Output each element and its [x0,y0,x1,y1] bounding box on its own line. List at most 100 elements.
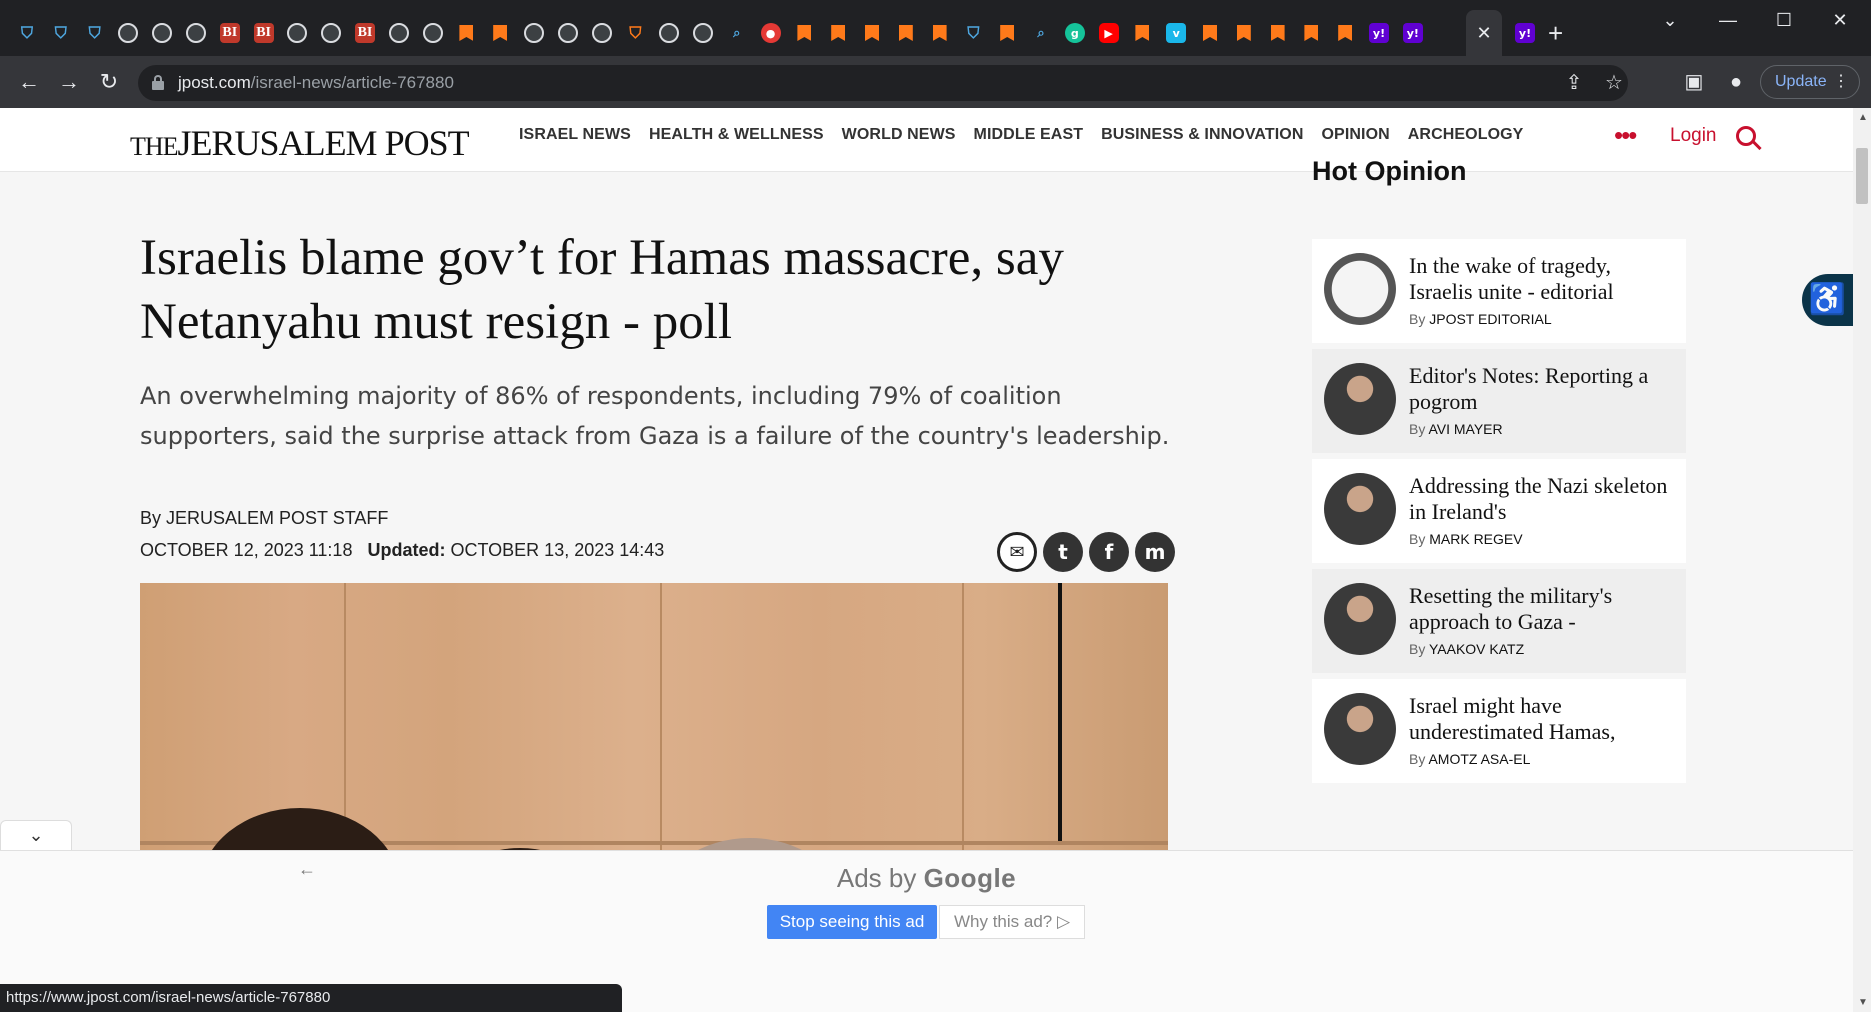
browser-tab[interactable] [418,16,448,50]
browser-tab[interactable]: g [1060,16,1090,50]
opinion-card[interactable]: Israel might have underestimated Hamas, B… [1312,679,1686,783]
browser-tab[interactable] [789,16,819,50]
author-link[interactable]: JERUSALEM POST STAFF [166,508,388,528]
stop-seeing-ad-button[interactable]: Stop seeing this ad [767,905,937,939]
collapse-ad-button[interactable]: ⌄ [0,820,72,850]
lock-icon[interactable] [152,75,164,90]
email-share-icon[interactable]: ✉ [997,532,1037,572]
more-menu-icon[interactable]: ••• [1614,120,1637,151]
opinion-card-title[interactable]: Editor's Notes: Reporting a pogrom [1409,363,1677,415]
minimize-button[interactable]: — [1708,10,1748,31]
browser-tab[interactable] [992,16,1022,50]
opinion-card[interactable]: Resetting the military's approach to Gaz… [1312,569,1686,673]
browser-tab[interactable]: BI [249,16,279,50]
opinion-card-title[interactable]: Israel might have underestimated Hamas, [1409,693,1677,745]
nav-item[interactable]: OPINION [1322,126,1390,144]
opinion-card-title[interactable]: In the wake of tragedy, Israelis unite -… [1409,253,1677,305]
maximize-button[interactable]: ☐ [1764,10,1804,31]
nav-item[interactable]: HEALTH & WELLNESS [649,126,824,144]
browser-tab[interactable]: ⛉ [620,16,650,50]
browser-tab[interactable] [823,16,853,50]
messenger-share-icon[interactable]: m [1135,532,1175,572]
browser-tab[interactable]: ⛉ [12,16,42,50]
browser-tab[interactable] [553,16,583,50]
author-avatar[interactable] [1324,583,1396,655]
nav-item[interactable]: ARCHEOLOGY [1408,126,1524,144]
reload-button[interactable]: ↻ [94,68,124,96]
browser-tab[interactable] [925,16,955,50]
scroll-down-arrow-icon[interactable]: ▼ [1858,997,1868,1008]
browser-tab[interactable]: ⛉ [80,16,110,50]
browser-tab[interactable] [1127,16,1157,50]
browser-tab[interactable] [1229,16,1259,50]
browser-tab[interactable] [451,16,481,50]
author-avatar[interactable] [1324,363,1396,435]
tab-search-dropdown-icon[interactable]: ⌄ [1650,10,1690,31]
browser-tab[interactable]: BI [215,16,245,50]
nav-item[interactable]: ISRAEL NEWS [519,126,631,144]
browser-tab[interactable]: y! [1364,16,1394,50]
scroll-up-arrow-icon[interactable]: ▲ [1858,112,1868,123]
page-scrollbar[interactable]: ▲ ▼ [1853,108,1871,1012]
browser-tab[interactable] [316,16,346,50]
browser-tab[interactable] [654,16,684,50]
browser-tab[interactable] [113,16,143,50]
back-button[interactable]: ← [14,68,44,96]
browser-tab[interactable] [891,16,921,50]
opinion-author[interactable]: YAAKOV KATZ [1429,641,1524,657]
tab-yahoo[interactable]: y! [1510,16,1540,50]
update-button[interactable]: Update ⋮ [1760,65,1860,99]
browser-tab[interactable]: y! [1398,16,1428,50]
browser-tab[interactable] [1263,16,1293,50]
forward-button[interactable]: → [54,68,84,96]
browser-tab[interactable] [1330,16,1360,50]
close-tab-icon[interactable]: ✕ [1476,23,1491,44]
browser-tab[interactable]: ▶ [1094,16,1124,50]
opinion-card-title[interactable]: Addressing the Nazi skeleton in Ireland'… [1409,473,1677,525]
opinion-author[interactable]: AMOTZ ASA-EL [1428,751,1530,767]
opinion-card[interactable]: Addressing the Nazi skeleton in Ireland'… [1312,459,1686,563]
nav-item[interactable]: WORLD NEWS [842,126,956,144]
browser-tab[interactable] [857,16,887,50]
author-avatar[interactable] [1324,253,1396,325]
browser-tab[interactable] [519,16,549,50]
browser-tab[interactable] [282,16,312,50]
browser-tab[interactable] [384,16,414,50]
browser-tab[interactable]: ⛉ [958,16,988,50]
twitter-share-icon[interactable]: t [1043,532,1083,572]
opinion-author[interactable]: AVI MAYER [1428,421,1502,437]
browser-tab[interactable]: ⛉ [46,16,76,50]
browser-tab[interactable] [587,16,617,50]
author-avatar[interactable] [1324,473,1396,545]
share-icon[interactable]: ⇪ [1560,71,1588,95]
close-window-button[interactable]: ✕ [1820,10,1860,31]
scroll-thumb[interactable] [1856,148,1868,204]
address-bar[interactable]: jpost.com/israel-news/article-767880 ☆ ⇪ [138,65,1628,101]
url-text[interactable]: jpost.com/israel-news/article-767880 [178,73,454,93]
search-icon[interactable] [1736,126,1762,154]
profile-icon[interactable]: ● [1722,70,1750,94]
browser-menu-icon[interactable]: ⋮ [1833,66,1849,98]
jpost-logo[interactable]: THEJERUSALEM POST [130,122,470,164]
browser-tab[interactable] [485,16,515,50]
bookmark-star-icon[interactable]: ☆ [1600,71,1628,95]
accessibility-icon[interactable]: ♿ [1802,274,1853,326]
browser-tab[interactable]: ⌕ [1026,16,1056,50]
browser-tab[interactable]: ⌕ [722,16,752,50]
opinion-author[interactable]: MARK REGEV [1429,531,1522,547]
active-tab[interactable]: ✕ [1466,10,1502,56]
opinion-card[interactable]: Editor's Notes: Reporting a pogrom By AVI… [1312,349,1686,453]
side-panel-icon[interactable]: ▣ [1680,70,1708,94]
opinion-author[interactable]: JPOST EDITORIAL [1429,311,1551,327]
browser-tab[interactable]: BI [350,16,380,50]
browser-tab[interactable] [688,16,718,50]
opinion-card[interactable]: In the wake of tragedy, Israelis unite -… [1312,239,1686,343]
browser-tab[interactable]: v [1161,16,1191,50]
why-this-ad-button[interactable]: Why this ad? ▷ [939,905,1085,939]
login-link[interactable]: Login [1670,125,1717,147]
browser-tab[interactable] [1195,16,1225,50]
nav-item[interactable]: BUSINESS & INNOVATION [1101,126,1303,144]
browser-tab[interactable] [181,16,211,50]
browser-tab[interactable] [1296,16,1326,50]
opinion-card-title[interactable]: Resetting the military's approach to Gaz… [1409,583,1677,635]
